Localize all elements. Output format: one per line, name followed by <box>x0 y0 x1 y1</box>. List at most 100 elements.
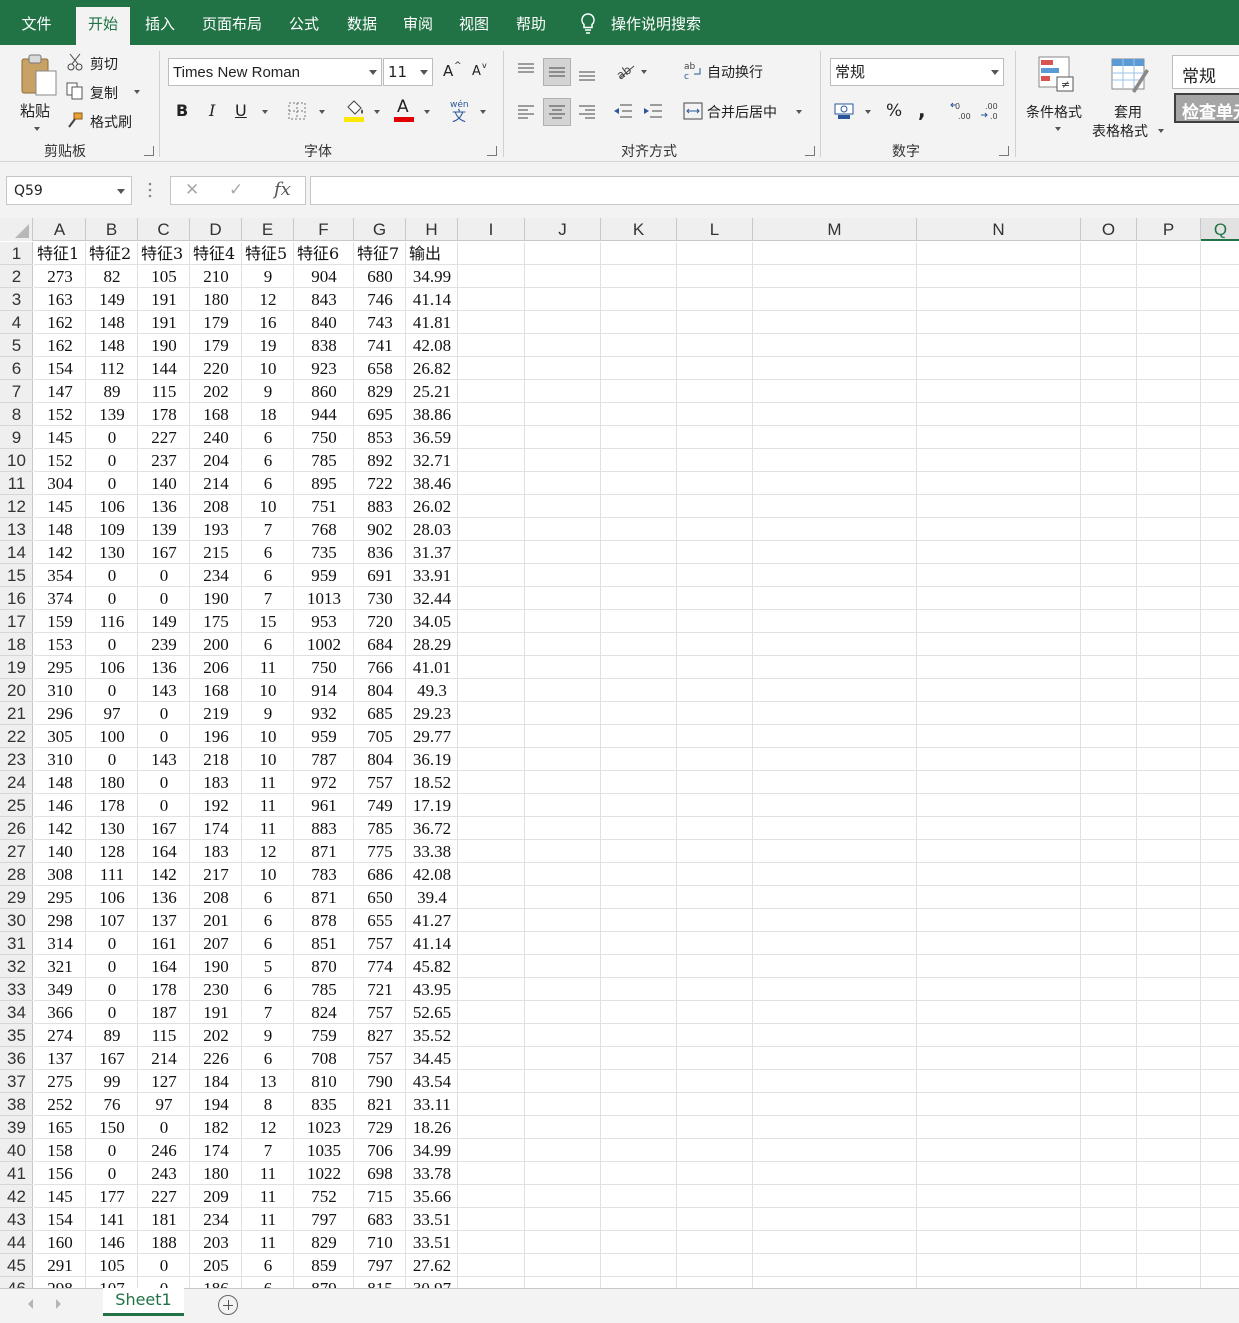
table-cell[interactable]: 33.51 <box>406 1208 458 1231</box>
name-box[interactable]: Q59 <box>6 176 132 205</box>
row-header[interactable]: 23 <box>0 748 33 771</box>
table-cell[interactable]: 295 <box>34 656 86 679</box>
row-header[interactable]: 34 <box>0 1001 33 1024</box>
table-cell[interactable]: 6 <box>242 909 294 932</box>
table-cell[interactable]: 298 <box>34 1277 86 1288</box>
table-cell[interactable]: 904 <box>294 265 354 288</box>
table-cell[interactable]: 180 <box>190 1162 242 1185</box>
table-cell[interactable]: 680 <box>354 265 406 288</box>
row-header[interactable]: 4 <box>0 311 33 334</box>
header-cell[interactable]: 特征6 <box>294 242 354 265</box>
table-cell[interactable]: 0 <box>86 978 138 1001</box>
table-cell[interactable]: 0 <box>86 1162 138 1185</box>
table-cell[interactable]: 49.3 <box>406 679 458 702</box>
table-cell[interactable]: 11 <box>242 817 294 840</box>
table-cell[interactable]: 829 <box>294 1231 354 1254</box>
comma-style-button[interactable]: , <box>914 98 932 124</box>
table-cell[interactable]: 36.19 <box>406 748 458 771</box>
table-cell[interactable]: 729 <box>354 1116 406 1139</box>
table-cell[interactable]: 226 <box>190 1047 242 1070</box>
table-cell[interactable]: 230 <box>190 978 242 1001</box>
table-cell[interactable]: 853 <box>354 426 406 449</box>
table-cell[interactable]: 871 <box>294 840 354 863</box>
table-cell[interactable]: 6 <box>242 932 294 955</box>
table-cell[interactable]: 208 <box>190 886 242 909</box>
table-cell[interactable]: 201 <box>190 909 242 932</box>
table-cell[interactable]: 797 <box>294 1208 354 1231</box>
table-cell[interactable]: 914 <box>294 679 354 702</box>
font-name-dropdown[interactable]: Times New Roman <box>168 58 382 86</box>
table-cell[interactable]: 140 <box>34 840 86 863</box>
table-cell[interactable]: 177 <box>86 1185 138 1208</box>
table-cell[interactable]: 757 <box>354 1047 406 1070</box>
align-center-button[interactable] <box>543 98 571 126</box>
table-cell[interactable]: 147 <box>34 380 86 403</box>
align-middle-button[interactable] <box>543 58 571 86</box>
table-cell[interactable]: 1002 <box>294 633 354 656</box>
table-cell[interactable]: 115 <box>138 1024 190 1047</box>
table-cell[interactable]: 0 <box>86 748 138 771</box>
table-cell[interactable]: 107 <box>86 1277 138 1288</box>
row-header[interactable]: 37 <box>0 1070 33 1093</box>
table-cell[interactable]: 787 <box>294 748 354 771</box>
table-cell[interactable]: 775 <box>354 840 406 863</box>
table-cell[interactable]: 860 <box>294 380 354 403</box>
tell-me-search[interactable]: 操作说明搜索 <box>578 0 718 45</box>
align-left-button[interactable] <box>514 99 538 125</box>
table-cell[interactable]: 202 <box>190 380 242 403</box>
row-header[interactable]: 19 <box>0 656 33 679</box>
table-cell[interactable]: 835 <box>294 1093 354 1116</box>
align-top-button[interactable] <box>514 59 538 85</box>
table-cell[interactable]: 0 <box>86 564 138 587</box>
table-cell[interactable]: 11 <box>242 1231 294 1254</box>
table-cell[interactable]: 698 <box>354 1162 406 1185</box>
table-cell[interactable]: 180 <box>190 288 242 311</box>
table-cell[interactable]: 181 <box>138 1208 190 1231</box>
table-cell[interactable]: 142 <box>34 541 86 564</box>
column-header[interactable]: Q <box>1201 218 1239 241</box>
table-cell[interactable]: 708 <box>294 1047 354 1070</box>
table-cell[interactable]: 143 <box>138 748 190 771</box>
column-header[interactable]: B <box>86 218 138 241</box>
table-cell[interactable]: 11 <box>242 771 294 794</box>
table-cell[interactable]: 6 <box>242 426 294 449</box>
table-cell[interactable]: 0 <box>138 1116 190 1139</box>
row-header[interactable]: 13 <box>0 518 33 541</box>
table-cell[interactable]: 19 <box>242 334 294 357</box>
table-cell[interactable]: 159 <box>34 610 86 633</box>
table-cell[interactable]: 0 <box>138 1254 190 1277</box>
table-cell[interactable]: 730 <box>354 587 406 610</box>
table-cell[interactable]: 0 <box>86 932 138 955</box>
table-cell[interactable]: 9 <box>242 380 294 403</box>
table-cell[interactable]: 160 <box>34 1231 86 1254</box>
table-cell[interactable]: 35.52 <box>406 1024 458 1047</box>
table-cell[interactable]: 923 <box>294 357 354 380</box>
table-cell[interactable]: 7 <box>242 1001 294 1024</box>
table-cell[interactable]: 17.19 <box>406 794 458 817</box>
table-cell[interactable]: 932 <box>294 702 354 725</box>
row-header[interactable]: 5 <box>0 334 33 357</box>
row-header[interactable]: 44 <box>0 1231 33 1254</box>
table-cell[interactable]: 200 <box>190 633 242 656</box>
table-cell[interactable]: 29.23 <box>406 702 458 725</box>
cancel-icon[interactable]: ✕ <box>185 180 199 200</box>
row-header[interactable]: 1 <box>0 242 33 265</box>
table-cell[interactable]: 6 <box>242 978 294 1001</box>
table-cell[interactable]: 109 <box>86 518 138 541</box>
table-cell[interactable]: 0 <box>86 1001 138 1024</box>
enter-icon[interactable]: ✓ <box>229 180 243 200</box>
table-cell[interactable]: 10 <box>242 357 294 380</box>
table-cell[interactable]: 706 <box>354 1139 406 1162</box>
table-cell[interactable]: 685 <box>354 702 406 725</box>
table-cell[interactable]: 810 <box>294 1070 354 1093</box>
table-cell[interactable]: 152 <box>34 449 86 472</box>
table-cell[interactable]: 310 <box>34 748 86 771</box>
table-cell[interactable]: 191 <box>138 311 190 334</box>
table-cell[interactable]: 218 <box>190 748 242 771</box>
table-cell[interactable]: 304 <box>34 472 86 495</box>
table-cell[interactable]: 43.54 <box>406 1070 458 1093</box>
table-cell[interactable]: 130 <box>86 817 138 840</box>
table-cell[interactable]: 36.59 <box>406 426 458 449</box>
grow-font-button[interactable]: A ^ <box>441 61 462 83</box>
table-cell[interactable]: 25.21 <box>406 380 458 403</box>
